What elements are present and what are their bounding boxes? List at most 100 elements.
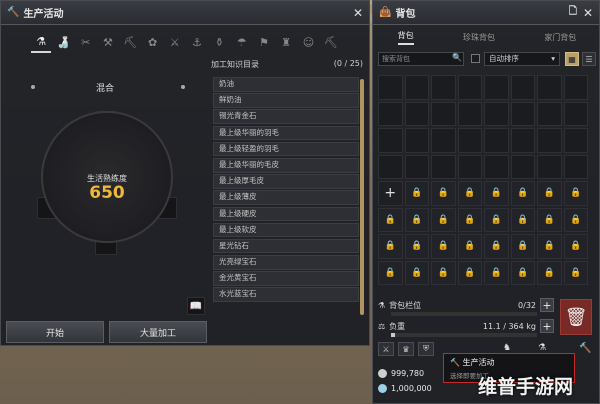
add-slot-button[interactable]: +: [540, 298, 554, 312]
mix-category-icon[interactable]: ⚗: [31, 31, 52, 53]
expand-bag-button[interactable]: +: [378, 181, 403, 206]
anvil-category-icon[interactable]: ⚓: [187, 31, 207, 53]
pet-icon[interactable]: ♞: [503, 343, 511, 353]
lock-icon: 🔒: [404, 181, 429, 206]
lock-icon: 🔒: [563, 181, 588, 206]
inventory-titlebar[interactable]: 👜 背包 🗋 ✕: [373, 1, 599, 25]
drying-category-icon[interactable]: ✿: [142, 31, 162, 53]
inventory-slot[interactable]: [404, 154, 429, 179]
list-view-icon[interactable]: ☰: [582, 52, 596, 66]
inventory-slot[interactable]: [457, 154, 482, 179]
list-item[interactable]: 鲜奶油: [213, 93, 359, 108]
potion-icon[interactable]: ⚗: [538, 343, 546, 353]
inventory-slot[interactable]: [563, 128, 588, 153]
bag-slots-label: 背包栏位: [389, 300, 422, 310]
inventory-slot[interactable]: [563, 101, 588, 126]
cooking-category-icon[interactable]: 🍶: [53, 31, 73, 53]
tooltip-title: 🔨 生产活动: [450, 357, 568, 368]
mask-category-icon[interactable]: ☺: [298, 31, 318, 53]
inventory-slot[interactable]: [457, 128, 482, 153]
list-item[interactable]: 最上级软皮: [213, 222, 359, 238]
list-item[interactable]: 最上级华丽的毛皮: [213, 157, 359, 173]
inventory-slot[interactable]: [537, 75, 562, 100]
inventory-slot[interactable]: [404, 75, 429, 100]
inventory-slot[interactable]: [537, 101, 562, 126]
silver-row: 999,780: [378, 369, 424, 378]
close-icon[interactable]: ✕: [583, 6, 593, 20]
inventory-slot[interactable]: [457, 75, 482, 100]
inventory-slot[interactable]: [510, 154, 535, 179]
inventory-slot[interactable]: [404, 101, 429, 126]
forging-category-icon[interactable]: ⚔: [165, 31, 185, 53]
trash-icon[interactable]: 🗑: [560, 299, 592, 335]
list-item[interactable]: 最上级薄皮: [213, 190, 359, 205]
inventory-slot[interactable]: [563, 154, 588, 179]
inventory-slot[interactable]: [510, 128, 535, 153]
document-icon[interactable]: 🗋: [569, 4, 577, 21]
tab-family-bag[interactable]: 家门背包: [544, 32, 576, 43]
guild-category-icon[interactable]: ⚑: [254, 31, 274, 53]
inventory-slot[interactable]: [431, 154, 456, 179]
list-item[interactable]: 最上级硬皮: [213, 206, 359, 222]
production-titlebar[interactable]: 🔨 生产活动 ✕: [1, 1, 369, 25]
lock-icon: 🔒: [537, 260, 562, 285]
grinding-category-icon[interactable]: ⛏: [120, 31, 140, 53]
search-icon[interactable]: 🔍: [452, 53, 462, 62]
inventory-slot[interactable]: [537, 128, 562, 153]
inventory-slot[interactable]: [404, 128, 429, 153]
sort-select[interactable]: 自动排序 ▾: [484, 52, 560, 66]
start-button[interactable]: 开始: [6, 321, 104, 343]
list-scrollbar[interactable]: [360, 79, 364, 315]
inventory-slot[interactable]: [484, 75, 509, 100]
woodwork-category-icon[interactable]: ⚒: [98, 31, 118, 53]
inventory-slot[interactable]: [457, 101, 482, 126]
pickaxe-category-icon[interactable]: ⛏: [321, 31, 341, 53]
inventory-slot[interactable]: [537, 154, 562, 179]
list-item[interactable]: 光亮绿宝石: [213, 255, 359, 270]
inventory-slot[interactable]: [484, 154, 509, 179]
inventory-slot[interactable]: [378, 75, 403, 100]
inventory-slot[interactable]: [484, 128, 509, 153]
inventory-slot[interactable]: [378, 154, 403, 179]
inventory-slot[interactable]: [563, 75, 588, 100]
list-item[interactable]: 最上级华丽的羽毛: [213, 125, 359, 141]
bag-slots-bar: [391, 312, 537, 316]
list-item[interactable]: 奶油: [213, 77, 359, 92]
list-item[interactable]: 最上级轻盈的羽毛: [213, 141, 359, 157]
inventory-slot[interactable]: [431, 101, 456, 126]
crown-icon[interactable]: ♛: [398, 342, 414, 356]
tab-bag[interactable]: 背包: [397, 30, 414, 45]
tower-category-icon[interactable]: ♜: [276, 31, 296, 53]
lock-icon: 🔒: [537, 207, 562, 232]
lock-icon: 🔒: [378, 207, 403, 232]
sword-icon[interactable]: ⚔: [378, 342, 394, 356]
cloth-category-icon[interactable]: ☂: [232, 31, 252, 53]
sort-checkbox[interactable]: [471, 54, 480, 63]
add-weight-button[interactable]: +: [540, 319, 554, 333]
book-icon[interactable]: 📖: [187, 297, 205, 315]
inventory-slot[interactable]: [510, 101, 535, 126]
grid-view-icon[interactable]: ▦: [565, 52, 579, 66]
inventory-slot[interactable]: [510, 75, 535, 100]
tab-pearl-bag[interactable]: 珍珠背包: [463, 32, 495, 43]
bag-icon: 👜: [379, 7, 392, 18]
inventory-slot[interactable]: [378, 128, 403, 153]
close-icon[interactable]: ✕: [353, 6, 363, 20]
lock-icon: 🔒: [378, 234, 403, 259]
inventory-slot[interactable]: [431, 128, 456, 153]
lock-icon: 🔒: [537, 234, 562, 259]
crafting-category-icon[interactable]: ✂: [76, 31, 96, 53]
inventory-slot[interactable]: [484, 101, 509, 126]
list-item[interactable]: 星光钻石: [213, 238, 359, 254]
flask-category-icon[interactable]: ⚱: [209, 31, 229, 53]
list-item[interactable]: 水光蓝宝石: [213, 287, 359, 303]
bulk-process-button[interactable]: 大量加工: [109, 321, 207, 343]
hammer-icon[interactable]: 🔨: [579, 343, 591, 354]
weight-value: 11.1 / 364 kg: [482, 321, 536, 331]
inventory-slot[interactable]: [431, 75, 456, 100]
list-item[interactable]: 锡光青金石: [213, 109, 359, 124]
list-item[interactable]: 金光黄宝石: [213, 271, 359, 286]
inventory-slot[interactable]: [378, 101, 403, 126]
list-item[interactable]: 最上级厚毛皮: [213, 174, 359, 189]
shield-icon[interactable]: ⛨: [418, 342, 434, 356]
